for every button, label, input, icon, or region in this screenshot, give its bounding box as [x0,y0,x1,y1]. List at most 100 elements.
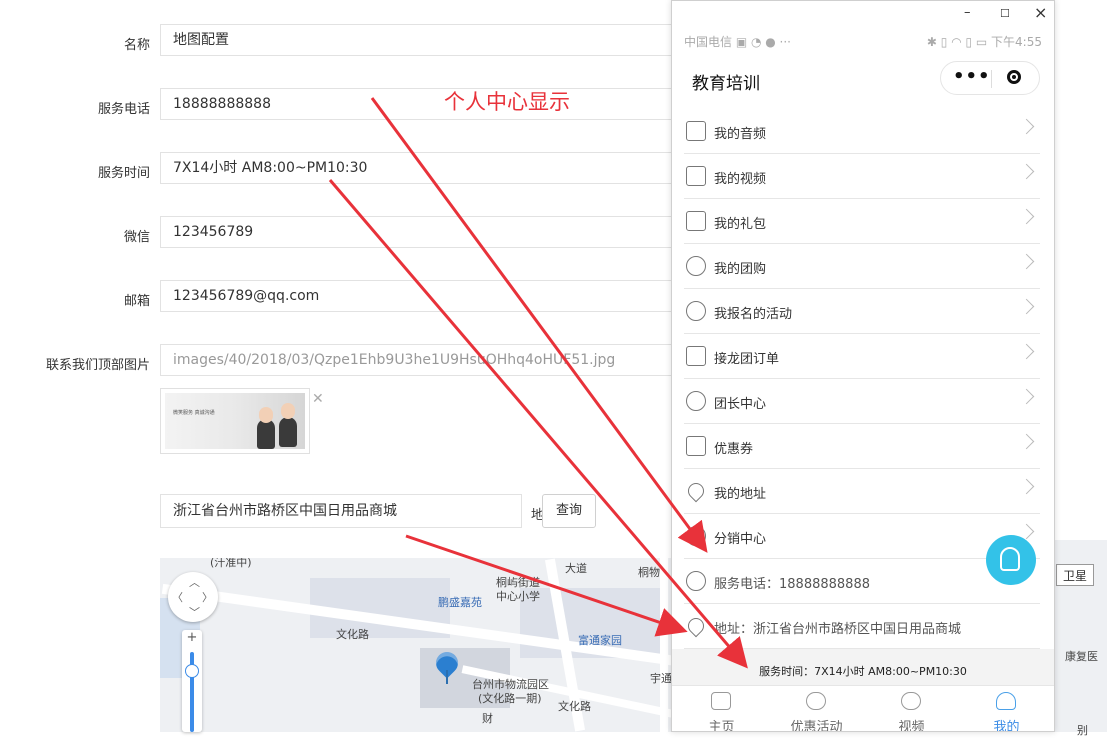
top-image-row: 联系我们顶部图片 images/40/2018/03/Qzpe1Ehb9U3he… [0,344,700,378]
menu-item-coupons[interactable]: 优惠券 [684,424,1040,469]
chevron-right-icon [1018,253,1035,270]
zoom-in-icon[interactable]: + [182,630,202,645]
query-button[interactable]: 查询 [542,494,596,528]
satellite-button[interactable]: 卫星 [1056,564,1094,586]
map-label-top-left: (汗准中) [210,558,252,569]
share-icon [686,526,706,546]
top-image-input[interactable]: images/40/2018/03/Qzpe1Ehb9U3he1U9HsuOHh… [160,344,700,376]
customer-service-button[interactable] [986,535,1036,585]
group-icon [686,256,706,276]
leader-icon [686,391,706,411]
minimize-icon[interactable]: – [964,5,971,20]
map-label-garden: 富通家园 [578,634,622,647]
tab-home[interactable]: 主页 [674,686,769,731]
address-input[interactable]: 浙江省台州市路桥区中国日用品商城 [160,494,522,528]
service-time-row: 服务时间 7X14小时 AM8:00~PM10:30 [0,152,700,186]
service-time-input[interactable]: 7X14小时 AM8:00~PM10:30 [160,152,700,184]
service-time-text: 服务时间：7X14小时 AM8:00~PM10:30 [759,665,967,678]
zoom-slider-knob[interactable] [185,664,199,678]
map-zoom-control[interactable]: + [182,630,202,732]
tab-video[interactable]: 视频 [864,686,959,731]
chevron-right-icon [1018,298,1035,315]
thumbnail-text: 微笑服务 真诚沟通 [173,410,215,416]
pan-left-icon[interactable]: 〈 [172,589,183,605]
map-road [660,558,668,732]
email-input[interactable]: 123456789@qq.com [160,280,700,312]
menu-item-label: 分销中心 [714,532,767,547]
balloon-icon [686,301,706,321]
music-note-icon [686,121,706,141]
map-label-bieshu: 别 [1077,724,1088,737]
window-titlebar: – ☐ × [672,1,1054,29]
service-time-label: 服务时间 [97,166,150,181]
phone-label: 服务电话 [97,102,150,117]
map-label-yutong: 宇通 [650,672,672,685]
thumbnail-face [281,403,295,419]
menu-item-label: 接龙团订单 [714,352,780,367]
tab-label: 优惠活动 [790,720,843,732]
more-icon[interactable]: ••• [953,66,991,87]
pan-down-icon[interactable]: ﹀ [189,604,200,620]
exit-icon[interactable] [1007,70,1021,84]
map-view[interactable]: (汗准中) 文化路 文化路 桐屿街道 中心小学 鹏盛嘉苑 富通家园 台州市物流园… [160,558,680,732]
address-text: 地址：浙江省台州市路桥区中国日用品商城 [714,622,962,637]
order-icon [686,346,706,366]
top-image-thumbnail[interactable]: 微笑服务 真诚沟通 [160,388,310,454]
play-icon [901,692,921,710]
capsule-divider [991,70,992,88]
phone-icon [686,571,706,591]
tab-promotions[interactable]: 优惠活动 [769,686,864,732]
menu-item-group-buy[interactable]: 我的团购 [684,244,1040,289]
menu-item-address[interactable]: 我的地址 [684,469,1040,514]
info-address[interactable]: 地址：浙江省台州市路桥区中国日用品商城 [684,604,1040,649]
wechat-label: 微信 [123,230,150,245]
status-bar: 中国电信 ▣ ◔ ● ··· ✱ ▯ ◠ ▯ ▭ 下午4:55 [672,29,1054,53]
capsule-menu[interactable]: ••• [940,61,1040,95]
tab-bar: 主页 优惠活动 视频 我的 [672,685,1054,732]
map-label-logistics: (文化路一期) [478,692,542,705]
tab-label: 我的 [993,720,1020,732]
email-label: 邮箱 [123,294,150,309]
page-title: 教育培训 [692,74,760,94]
nav-bar: 教育培训 ••• [672,53,1054,105]
pan-right-icon[interactable]: 〉 [202,589,213,605]
menu-item-label: 我的视频 [714,172,767,187]
chevron-right-icon [1018,433,1035,450]
menu-item-label: 我的团购 [714,262,767,277]
maximize-icon[interactable]: ☐ [1000,7,1010,20]
menu-item-audio[interactable]: 我的音频 [684,109,1040,154]
phone-row: 服务电话 18888888888 [0,88,700,122]
map-marker-stem [446,670,448,684]
coupon-icon [686,436,706,456]
wechat-row: 微信 123456789 [0,216,700,250]
map-label-tongwu: 桐物 [638,566,660,579]
menu-item-jielong-orders[interactable]: 接龙团订单 [684,334,1040,379]
service-time-bar: 服务时间：7X14小时 AM8:00~PM10:30 [672,649,1054,685]
status-right-text: ✱ ▯ ◠ ▯ ▭ 下午4:55 [926,35,1042,49]
location-icon [684,479,708,503]
menu-item-gift[interactable]: 我的礼包 [684,199,1040,244]
map-label-road: 文化路 [558,700,591,713]
remove-image-icon[interactable]: ✕ [312,391,324,407]
chevron-right-icon [1018,163,1035,180]
menu-item-video[interactable]: 我的视频 [684,154,1040,199]
annotation-text: 个人中心显示 [444,90,570,114]
map-label-park: 鹏盛嘉苑 [438,596,482,609]
menu-item-leader-center[interactable]: 团长中心 [684,379,1040,424]
menu-item-label: 我报名的活动 [714,307,793,322]
map-pan-control[interactable]: ︿ 〈 〉 ﹀ [168,572,218,622]
map-label-cai: 财 [482,712,493,725]
name-input[interactable]: 地图配置 [160,24,700,56]
menu-item-label: 我的礼包 [714,217,767,232]
phone-input[interactable]: 18888888888 [160,88,700,120]
close-icon[interactable]: × [1034,3,1047,22]
video-icon [686,166,706,186]
mini-program-preview-window: – ☐ × 中国电信 ▣ ◔ ● ··· ✱ ▯ ◠ ▯ ▭ 下午4:55 教育… [671,0,1055,732]
name-row: 名称 地图配置 [0,24,700,58]
menu-item-activities[interactable]: 我报名的活动 [684,289,1040,334]
top-image-label: 联系我们顶部图片 [45,358,150,373]
menu-item-label: 我的音频 [714,127,767,142]
tab-mine[interactable]: 我的 [959,686,1054,732]
pan-up-icon[interactable]: ︿ [189,574,200,590]
wechat-input[interactable]: 123456789 [160,216,700,248]
